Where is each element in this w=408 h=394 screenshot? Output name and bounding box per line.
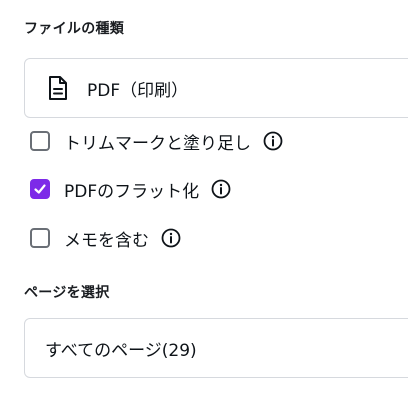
checkmark-icon bbox=[34, 184, 46, 194]
info-icon[interactable] bbox=[263, 131, 283, 151]
select-pages-heading: ページを選択 bbox=[24, 285, 110, 301]
include-notes-checkbox[interactable] bbox=[30, 228, 50, 248]
include-notes-label: メモを含む bbox=[64, 230, 149, 251]
file-type-value: PDF（印刷） bbox=[87, 80, 189, 101]
flatten-pdf-label: PDFのフラット化 bbox=[64, 181, 200, 202]
pages-value: すべてのページ(29) bbox=[45, 340, 197, 361]
flatten-pdf-checkbox[interactable] bbox=[30, 179, 50, 199]
option-include-notes[interactable]: メモを含む bbox=[30, 224, 181, 252]
info-icon[interactable] bbox=[211, 179, 231, 199]
document-icon bbox=[47, 75, 69, 101]
file-type-dropdown[interactable]: PDF（印刷） bbox=[24, 58, 408, 118]
crop-marks-label: トリムマークと塗り足し bbox=[64, 133, 251, 154]
option-crop-marks[interactable]: トリムマークと塗り足し bbox=[30, 127, 283, 155]
info-icon[interactable] bbox=[161, 228, 181, 248]
file-type-heading: ファイルの種類 bbox=[24, 21, 125, 37]
crop-marks-checkbox[interactable] bbox=[30, 131, 50, 151]
pages-dropdown[interactable]: すべてのページ(29) bbox=[24, 318, 408, 378]
option-flatten-pdf[interactable]: PDFのフラット化 bbox=[30, 175, 231, 203]
